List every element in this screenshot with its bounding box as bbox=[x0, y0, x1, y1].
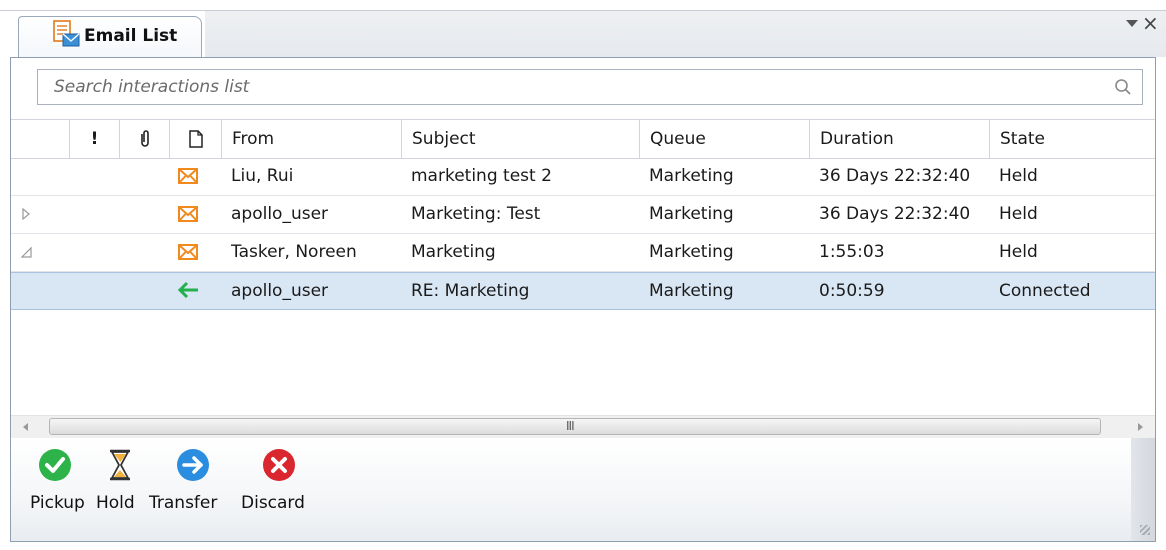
table-header: ! From Subject Queue Duration State bbox=[11, 119, 1155, 159]
search-input[interactable] bbox=[38, 70, 1098, 104]
document-icon bbox=[188, 130, 203, 148]
tab-strip: Email List × bbox=[0, 0, 1166, 58]
transfer-label: Transfer bbox=[149, 493, 218, 513]
email-list-panel: ! From Subject Queue Duration State bbox=[10, 57, 1156, 542]
row-duration: 0:50:59 bbox=[819, 281, 885, 301]
scroll-right-icon[interactable] bbox=[1138, 423, 1143, 431]
row-queue: Marketing bbox=[649, 166, 734, 186]
row-duration: 36 Days 22:32:40 bbox=[819, 204, 971, 224]
tab-strip-divider bbox=[0, 10, 1166, 11]
envelope-icon bbox=[178, 244, 198, 260]
row-queue: Marketing bbox=[649, 242, 734, 262]
scrollbar-grip: III bbox=[566, 419, 575, 433]
row-duration: 1:55:03 bbox=[819, 242, 885, 262]
row-subject: Marketing: Test bbox=[411, 204, 541, 224]
hold-label: Hold bbox=[96, 493, 135, 513]
transfer-button[interactable]: Transfer bbox=[149, 448, 229, 538]
row-subject: Marketing bbox=[411, 242, 496, 262]
horizontal-scrollbar[interactable]: III bbox=[11, 415, 1155, 438]
header-type[interactable] bbox=[169, 120, 221, 158]
search-icon[interactable] bbox=[1114, 78, 1132, 96]
header-duration[interactable]: Duration bbox=[809, 120, 989, 158]
row-from: Liu, Rui bbox=[231, 166, 294, 186]
reply-arrow-icon bbox=[177, 281, 198, 299]
resize-grip-icon bbox=[1140, 525, 1150, 535]
tab-email-list[interactable]: Email List bbox=[18, 16, 202, 58]
envelope-icon bbox=[178, 206, 198, 222]
header-from[interactable]: From bbox=[221, 120, 401, 158]
transfer-arrow-icon bbox=[177, 449, 209, 481]
table-row-selected[interactable]: apollo_user RE: Marketing Marketing 0:50… bbox=[11, 272, 1155, 310]
email-list-icon bbox=[53, 20, 80, 47]
dropdown-arrow-icon[interactable] bbox=[1126, 20, 1138, 27]
table-row[interactable]: apollo_user Marketing: Test Marketing 36… bbox=[11, 196, 1155, 234]
row-state: Held bbox=[999, 204, 1038, 224]
row-state: Connected bbox=[999, 281, 1091, 301]
header-state[interactable]: State bbox=[989, 120, 1155, 158]
action-toolbar: Pickup Hold Transfer Discard bbox=[11, 438, 1155, 541]
resize-grip[interactable] bbox=[1131, 438, 1155, 541]
discard-x-icon bbox=[263, 449, 295, 481]
tab-title: Email List bbox=[84, 26, 178, 46]
row-from: Tasker, Noreen bbox=[231, 242, 357, 262]
header-queue[interactable]: Queue bbox=[639, 120, 809, 158]
row-subject: RE: Marketing bbox=[411, 281, 530, 301]
search-box bbox=[37, 69, 1143, 105]
table-row[interactable]: Liu, Rui marketing test 2 Marketing 36 D… bbox=[11, 158, 1155, 196]
paperclip-icon bbox=[140, 130, 149, 147]
close-icon[interactable]: × bbox=[1142, 13, 1159, 33]
row-state: Held bbox=[999, 166, 1038, 186]
row-duration: 36 Days 22:32:40 bbox=[819, 166, 971, 186]
table-row[interactable]: Tasker, Noreen Marketing Marketing 1:55:… bbox=[11, 234, 1155, 272]
collapse-arrow-icon[interactable] bbox=[19, 245, 33, 259]
discard-label: Discard bbox=[241, 493, 305, 513]
checkmark-icon bbox=[39, 449, 71, 481]
row-from: apollo_user bbox=[231, 204, 329, 224]
tab-strip-background bbox=[205, 10, 1166, 57]
row-queue: Marketing bbox=[649, 204, 734, 224]
header-expander[interactable] bbox=[11, 120, 69, 158]
expand-arrow-icon[interactable] bbox=[19, 207, 33, 221]
envelope-icon bbox=[178, 168, 198, 184]
scrollbar-thumb[interactable]: III bbox=[49, 418, 1101, 435]
pickup-label: Pickup bbox=[30, 493, 85, 513]
hold-button[interactable]: Hold bbox=[95, 448, 145, 538]
scroll-left-icon[interactable] bbox=[23, 423, 28, 431]
discard-button[interactable]: Discard bbox=[239, 448, 319, 538]
hourglass-icon bbox=[110, 449, 130, 481]
row-subject: marketing test 2 bbox=[411, 166, 552, 186]
row-from: apollo_user bbox=[231, 281, 329, 301]
header-subject[interactable]: Subject bbox=[401, 120, 639, 158]
header-priority[interactable]: ! bbox=[69, 120, 119, 158]
row-queue: Marketing bbox=[649, 281, 734, 301]
row-state: Held bbox=[999, 242, 1038, 262]
header-attachment[interactable] bbox=[119, 120, 169, 158]
pickup-button[interactable]: Pickup bbox=[25, 448, 85, 538]
